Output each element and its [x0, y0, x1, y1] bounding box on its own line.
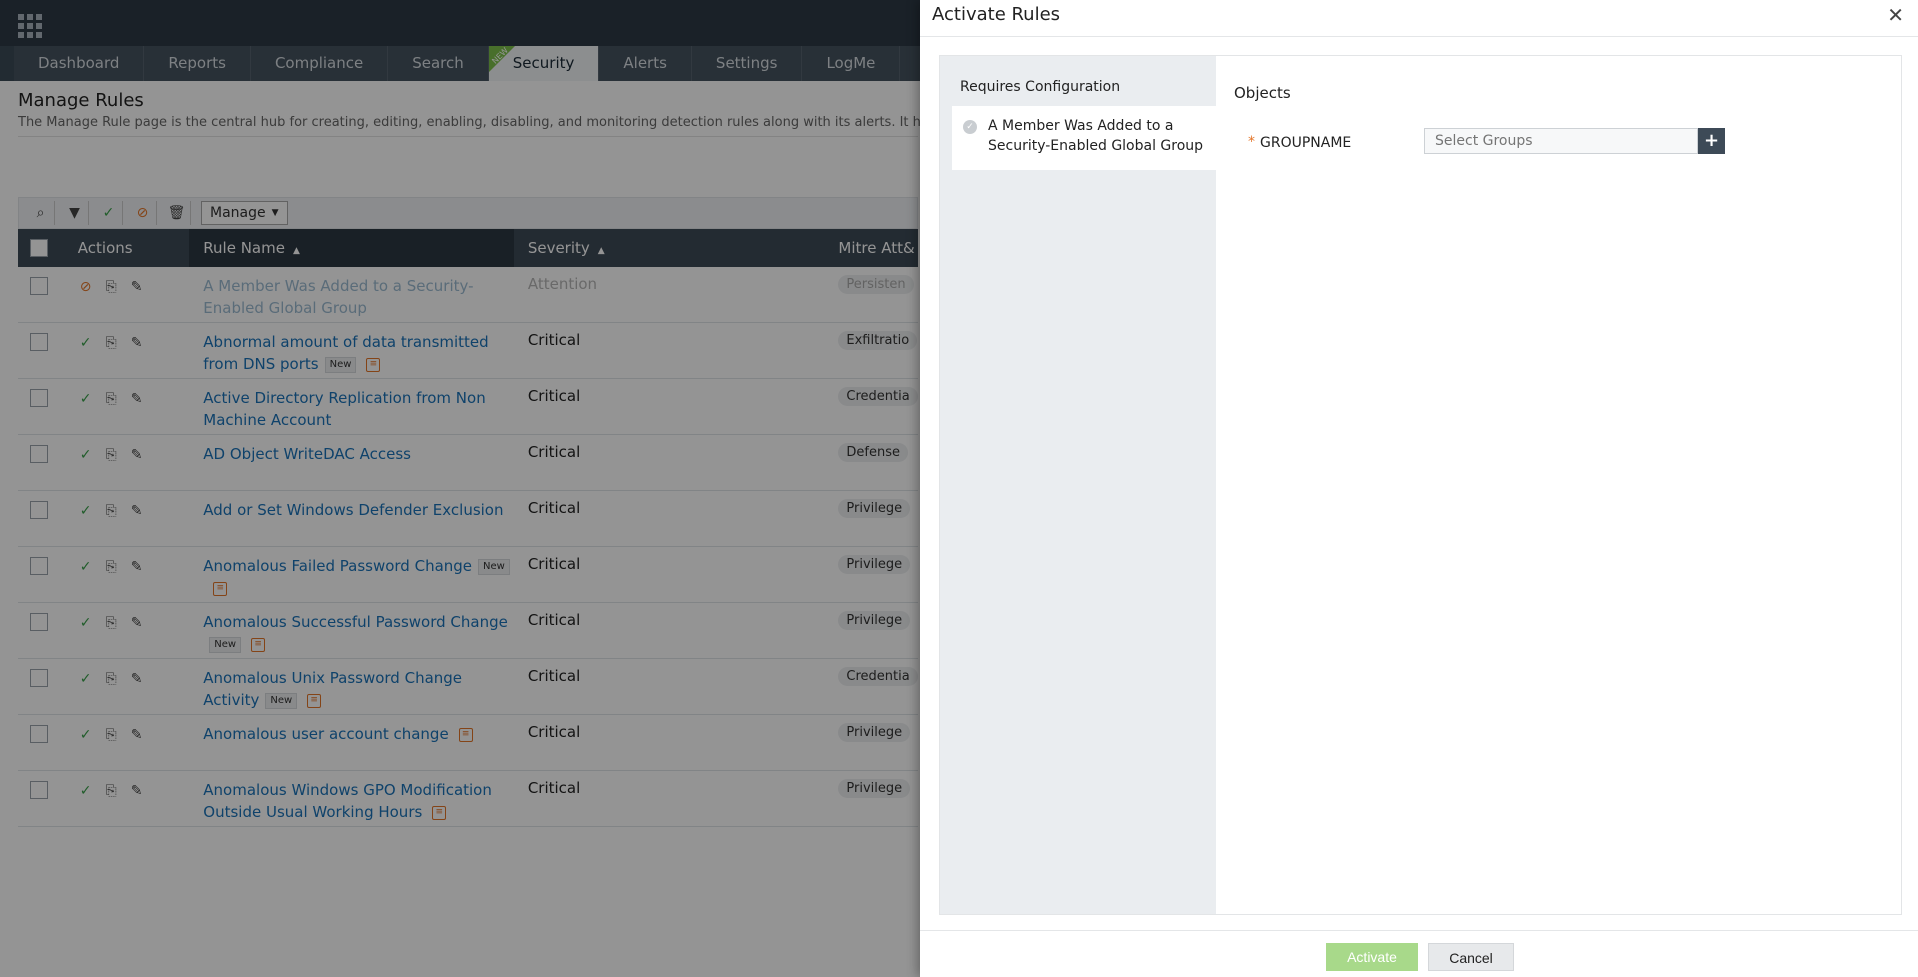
sidebar-heading: Requires Configuration	[960, 79, 1121, 95]
config-sidebar: Requires Configuration ✓ A Member Was Ad…	[940, 56, 1216, 914]
activate-button[interactable]: Activate	[1326, 943, 1418, 971]
sidebar-item-label: A Member Was Added to a Security-Enabled…	[988, 118, 1204, 154]
cancel-button[interactable]: Cancel	[1428, 943, 1514, 971]
dialog-footer: Activate Cancel	[920, 930, 1918, 977]
sidebar-item-rule[interactable]: ✓ A Member Was Added to a Security-Enabl…	[952, 106, 1216, 170]
modal-overlay[interactable]	[0, 0, 920, 977]
groupname-field-row: * GROUPNAME +	[1248, 128, 1768, 156]
dialog-body: Requires Configuration ✓ A Member Was Ad…	[939, 55, 1902, 915]
activate-rules-dialog: Activate Rules ✕ Requires Configuration …	[920, 0, 1918, 977]
config-panel: Objects * GROUPNAME +	[1216, 56, 1901, 914]
add-group-button[interactable]: +	[1698, 128, 1725, 154]
required-marker: *	[1248, 134, 1255, 150]
check-circle-icon: ✓	[963, 120, 977, 134]
groups-input[interactable]	[1424, 128, 1698, 154]
objects-title: Objects	[1234, 84, 1291, 102]
dialog-header: Activate Rules ✕	[920, 0, 1918, 37]
close-icon[interactable]: ✕	[1887, 5, 1904, 25]
dialog-title: Activate Rules	[932, 4, 1061, 25]
groupname-label: GROUPNAME	[1260, 135, 1352, 151]
